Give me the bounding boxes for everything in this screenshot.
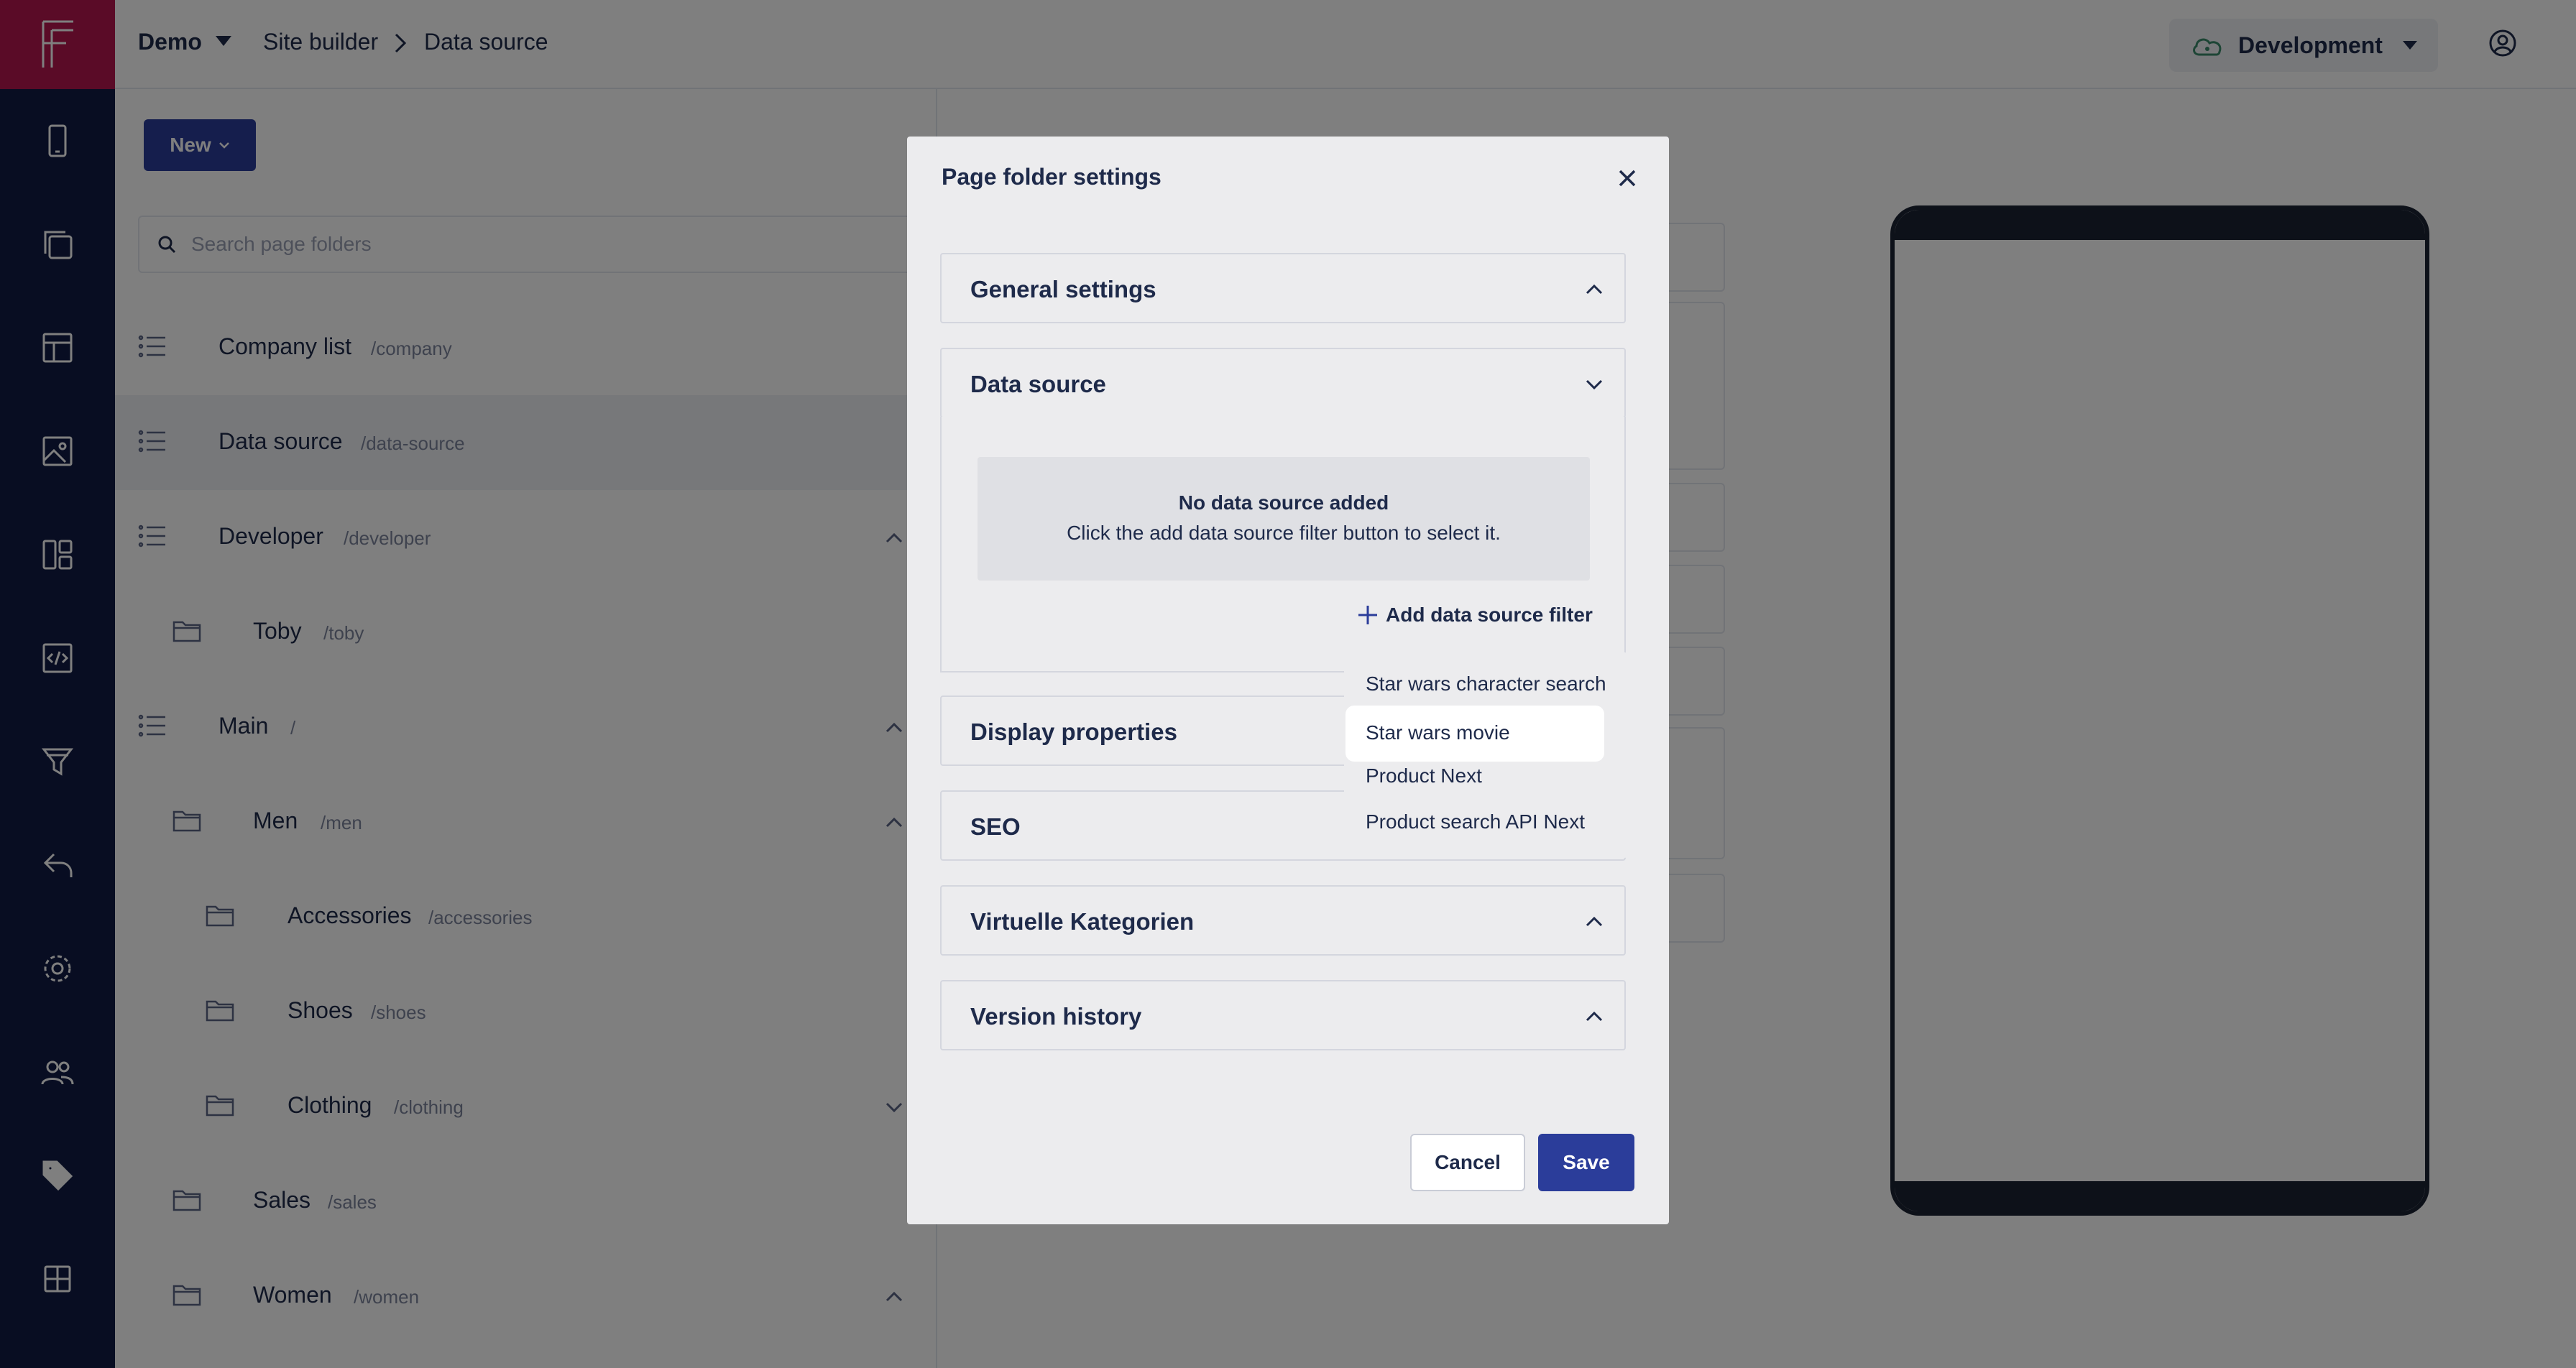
add-filter-label: Add data source filter bbox=[1386, 604, 1593, 626]
empty-state: No data source added Click the add data … bbox=[978, 457, 1590, 581]
empty-state-text: Click the add data source filter button … bbox=[1067, 522, 1501, 544]
section-label: Display properties bbox=[970, 718, 1177, 745]
section-label: General settings bbox=[970, 276, 1156, 302]
dropdown-option[interactable]: Product search API Next bbox=[1366, 810, 1585, 833]
section-label: Data source bbox=[970, 371, 1106, 397]
add-data-source-filter-button[interactable]: Add data source filter bbox=[1357, 604, 1593, 627]
data-source-body: No data source added Click the add data … bbox=[940, 417, 1626, 673]
empty-state-title: No data source added bbox=[1178, 491, 1389, 514]
dropdown-option[interactable]: Star wars character search bbox=[1366, 673, 1606, 695]
section-label: Version history bbox=[970, 1003, 1142, 1030]
section-general-settings[interactable]: General settings bbox=[940, 253, 1626, 323]
dropdown-option-highlighted[interactable]: Star wars movie bbox=[1346, 706, 1604, 762]
section-data-source[interactable]: Data source bbox=[940, 348, 1626, 418]
cancel-button[interactable]: Cancel bbox=[1410, 1134, 1525, 1191]
dropdown-option-label: Star wars movie bbox=[1366, 721, 1510, 744]
chevron-up-icon bbox=[1583, 277, 1606, 300]
modal-title: Page folder settings bbox=[942, 164, 1162, 190]
chevron-up-icon bbox=[1583, 910, 1606, 933]
section-label: Virtuelle Kategorien bbox=[970, 908, 1195, 935]
section-version-history[interactable]: Version history bbox=[940, 980, 1626, 1050]
close-icon[interactable] bbox=[1614, 165, 1640, 191]
section-virtuelle-kategorien[interactable]: Virtuelle Kategorien bbox=[940, 885, 1626, 956]
save-button[interactable]: Save bbox=[1538, 1134, 1634, 1191]
chevron-up-icon bbox=[1583, 1004, 1606, 1027]
plus-icon bbox=[1358, 606, 1377, 624]
section-label: SEO bbox=[970, 813, 1021, 840]
dropdown-option[interactable]: Product Next bbox=[1366, 764, 1482, 787]
chevron-down-icon bbox=[1583, 372, 1606, 395]
